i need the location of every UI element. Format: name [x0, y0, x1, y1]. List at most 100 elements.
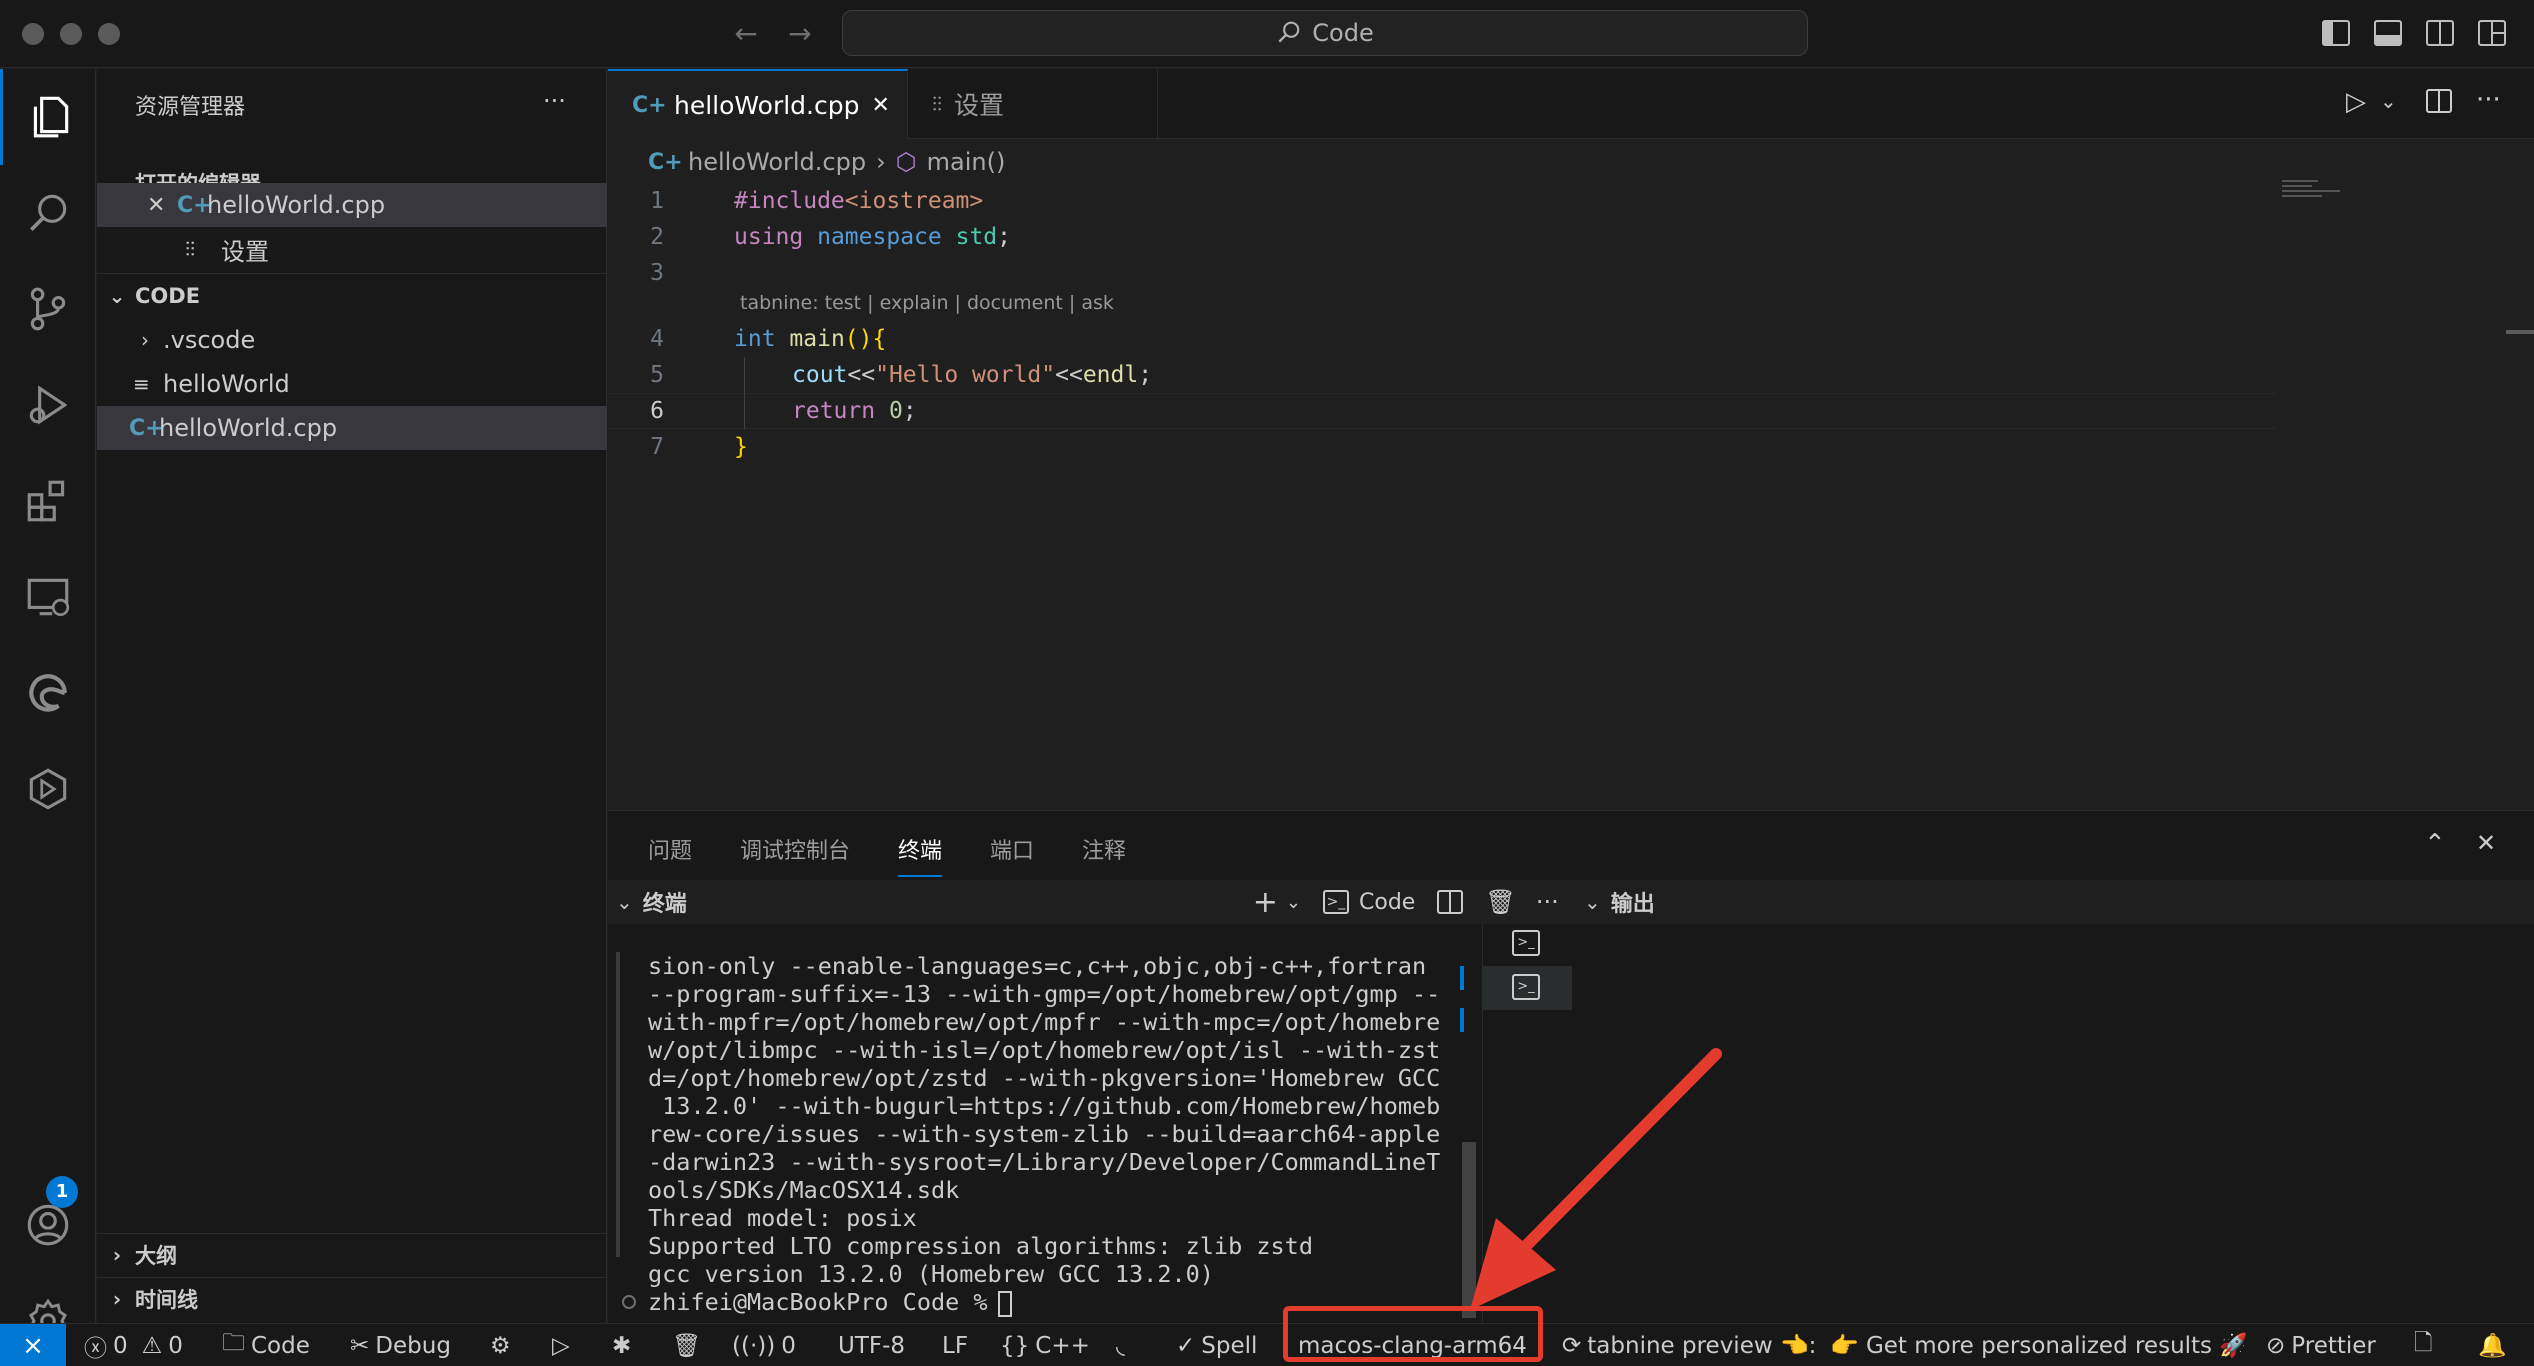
run-icon[interactable]: ▷: [552, 1324, 570, 1366]
promo-status[interactable]: 👉 Get more personalized results 🚀: [1830, 1324, 2248, 1366]
back-arrow-icon[interactable]: ←: [726, 14, 766, 54]
maximize-panel-icon[interactable]: ⌃: [2424, 829, 2446, 859]
tab-settings[interactable]: ⫶⫶ 设置: [908, 69, 1158, 139]
cpp-file-icon: C+: [129, 415, 164, 441]
edge-devtools-icon[interactable]: [0, 645, 96, 741]
panel-tab-debug-console[interactable]: 调试控制台: [740, 833, 850, 865]
file-lines-icon: ≡: [133, 372, 150, 396]
outline-section[interactable]: › 大纲: [97, 1233, 607, 1277]
debug-bug-icon[interactable]: ✱: [612, 1324, 631, 1366]
remote-explorer-icon[interactable]: [0, 549, 96, 645]
toggle-panel-icon[interactable]: [2374, 20, 2402, 46]
explorer-icon[interactable]: [0, 69, 96, 165]
cpp-file-icon: C+: [648, 149, 683, 175]
minimap[interactable]: [2282, 180, 2352, 210]
build-config-gear-icon[interactable]: ⚙: [490, 1324, 511, 1366]
line-number: 7: [650, 434, 664, 460]
spell-label: Spell: [1201, 1332, 1258, 1359]
forward-arrow-icon[interactable]: →: [780, 14, 820, 54]
terminal-header: ⌄ 终端 + ⌄ >_ Code 🗑 ···: [608, 880, 1572, 924]
remote-indicator-icon[interactable]: ⨯: [0, 1324, 66, 1366]
notifications-bell-icon[interactable]: 🔔: [2478, 1324, 2507, 1366]
language-status[interactable]: {} C++: [1000, 1324, 1090, 1366]
outline-label: 大纲: [135, 1244, 177, 1268]
code-editor[interactable]: [608, 190, 2528, 810]
folder-status[interactable]: 🗀 Code: [222, 1324, 310, 1366]
breadcrumb-file[interactable]: helloWorld.cpp: [688, 148, 866, 176]
terminal-tab-marker: [1460, 966, 1464, 990]
editor-more-icon[interactable]: ···: [2476, 85, 2501, 115]
window-zoom-dot[interactable]: [98, 23, 120, 45]
ports-status[interactable]: ((·)) 0: [732, 1324, 796, 1366]
terminal-tab-marker: [1460, 1008, 1464, 1032]
folder-status-label: Code: [251, 1332, 310, 1359]
search-view-icon[interactable]: [0, 165, 96, 261]
terminal-tab-icon[interactable]: >_: [1512, 974, 1540, 1000]
chevron-down-icon[interactable]: ⌄: [1286, 892, 1301, 913]
folder-section-code[interactable]: ⌄ CODE: [97, 274, 607, 318]
open-editor-item-helloworld[interactable]: ✕ C+ helloWorld.cpp: [97, 183, 607, 227]
indent-guide: [744, 357, 745, 429]
terminal-line: ools/SDKs/MacOSX14.sdk: [648, 1176, 960, 1204]
terminal-line: Supported LTO compression algorithms: zl…: [648, 1232, 1313, 1260]
tabnine-codelens[interactable]: tabnine: test | explain | document | ask: [740, 292, 1114, 314]
eol-status[interactable]: LF: [942, 1324, 968, 1366]
terminal-name[interactable]: Code: [1359, 890, 1415, 915]
terminal-more-icon[interactable]: ···: [1536, 888, 1559, 916]
tree-item-label: helloWorld: [163, 370, 290, 398]
terminal-tab-icon[interactable]: >_: [1512, 930, 1540, 956]
command-center-search[interactable]: Code: [842, 10, 1808, 56]
extensions-icon[interactable]: [0, 453, 96, 549]
trash-icon[interactable]: 🗑: [1485, 888, 1515, 916]
split-terminal-icon[interactable]: [1437, 890, 1464, 914]
prettier-status[interactable]: ⊘ Prettier: [2266, 1324, 2376, 1366]
sidebar-more-button[interactable]: ···: [543, 87, 566, 115]
chevron-down-icon[interactable]: ⌄: [1584, 890, 1601, 914]
terminal-line: Thread model: posix: [648, 1204, 917, 1232]
panel-tab-terminal[interactable]: 终端: [898, 833, 943, 877]
language-label: C++: [1035, 1332, 1090, 1359]
explorer-sidebar: 资源管理器 ··· ⌄ 打开的编辑器 ✕ C+ helloWorld.cpp ⫶…: [97, 69, 607, 1323]
customize-layout-icon[interactable]: [2478, 20, 2506, 46]
tab-label: 设置: [954, 91, 1005, 120]
window-minimize-dot[interactable]: [60, 23, 82, 45]
source-control-icon[interactable]: [0, 261, 96, 357]
breadcrumb-symbol[interactable]: main(): [927, 148, 1006, 176]
encoding-status[interactable]: UTF-8: [838, 1324, 905, 1366]
run-file-icon[interactable]: ▷: [2346, 87, 2366, 117]
command-decoration-icon[interactable]: [622, 1295, 636, 1309]
split-editor-icon[interactable]: [2426, 89, 2452, 113]
title-bar: ← → Code: [0, 0, 2534, 68]
chevron-right-icon: ›: [876, 148, 886, 176]
window-close-dot[interactable]: [22, 23, 44, 45]
spell-status[interactable]: ✓ Spell: [1176, 1324, 1257, 1366]
tabnine-status[interactable]: ⟳ tabnine preview 👈:: [1562, 1324, 1816, 1366]
terminal-line: gcc version 13.2.0 (Homebrew GCC 13.2.0): [648, 1260, 1214, 1288]
problems-indicator[interactable]: ⓧ 0 ⚠ 0: [84, 1324, 183, 1366]
toggle-primary-sidebar-icon[interactable]: [2322, 20, 2350, 46]
new-terminal-icon[interactable]: +: [1253, 885, 1278, 920]
chevron-down-icon[interactable]: ⌄: [616, 890, 633, 914]
run-debug-icon[interactable]: [0, 357, 96, 453]
timeline-section[interactable]: › 时间线: [97, 1277, 607, 1321]
tabnine-hub-icon[interactable]: [0, 741, 96, 837]
close-icon[interactable]: ✕: [147, 193, 177, 218]
panel-tab-ports[interactable]: 端口: [990, 833, 1034, 865]
tree-item-helloworld-cpp[interactable]: C+ helloWorld.cpp: [97, 406, 607, 450]
warning-count: 0: [168, 1332, 183, 1359]
close-icon[interactable]: ✕: [872, 93, 890, 118]
tree-item-helloworld[interactable]: ≡ helloWorld: [97, 362, 607, 406]
tree-item-vscode[interactable]: › .vscode: [97, 318, 607, 362]
close-panel-icon[interactable]: ✕: [2476, 829, 2496, 857]
open-editor-item-settings[interactable]: ⫶⫶ 设置: [97, 227, 607, 271]
chevron-down-icon[interactable]: ⌄: [2380, 89, 2397, 113]
panel-tab-comments[interactable]: 注释: [1082, 833, 1126, 865]
panel-tab-problems[interactable]: 问题: [648, 833, 692, 865]
trash-icon[interactable]: 🗑: [672, 1324, 701, 1366]
tree-item-label: helloWorld.cpp: [159, 414, 338, 442]
debug-status[interactable]: ✂ Debug: [350, 1324, 451, 1366]
tab-helloworld-cpp[interactable]: C+ helloWorld.cpp ✕: [608, 69, 908, 139]
layout-file-icon[interactable]: 🗋: [2414, 1324, 2433, 1366]
debug-status-label: Debug: [375, 1332, 451, 1359]
toggle-secondary-sidebar-icon[interactable]: [2426, 20, 2454, 46]
